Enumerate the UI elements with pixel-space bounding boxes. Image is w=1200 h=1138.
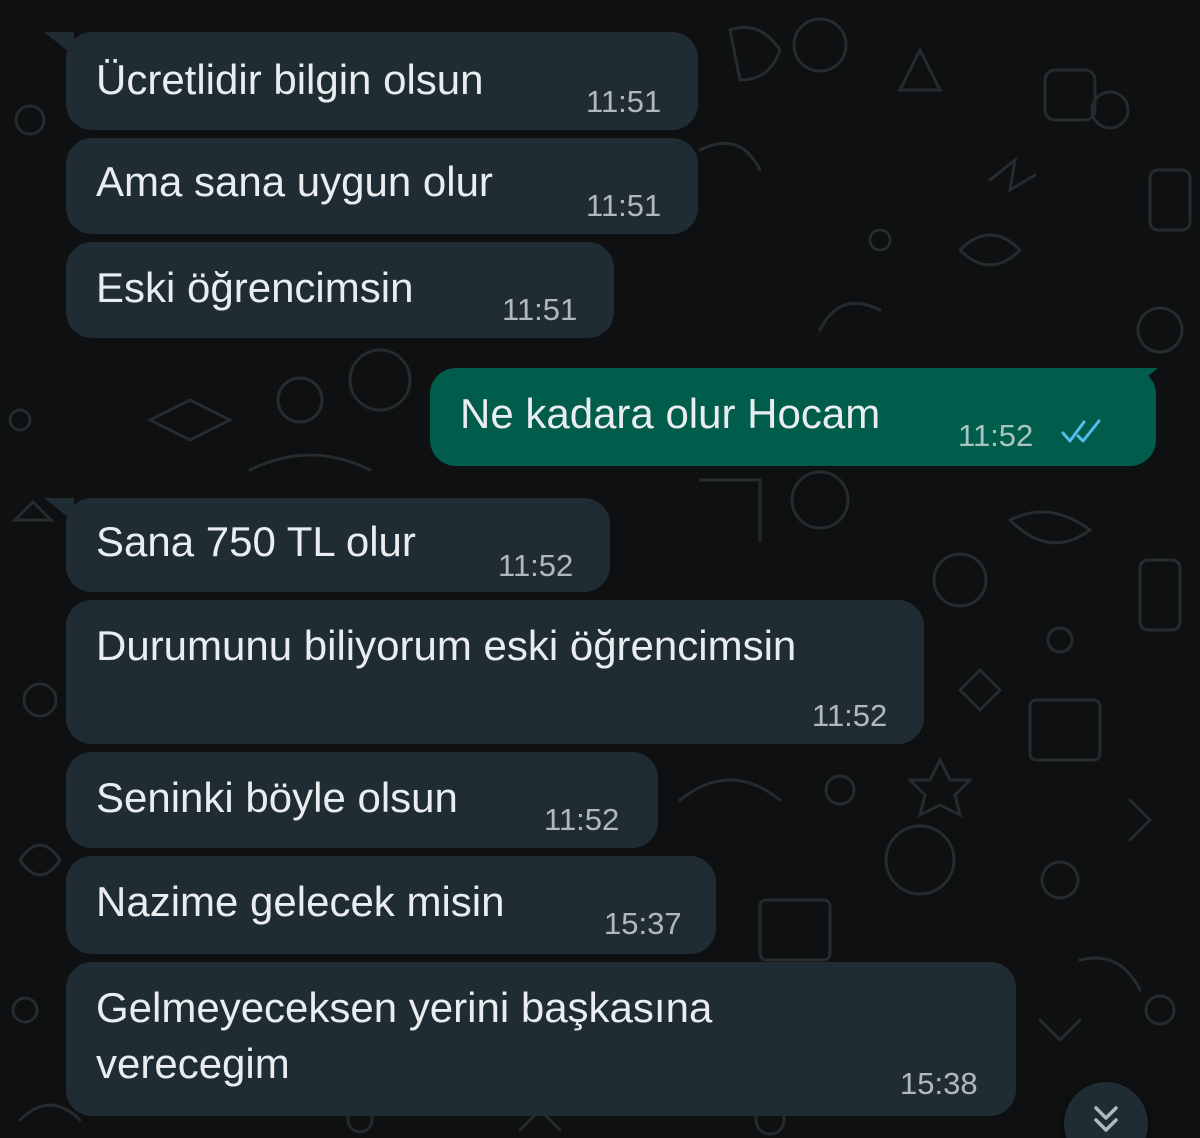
message-timestamp: 11:52 — [812, 698, 888, 733]
message-text: Gelmeyeceksen yerini başkasına verecegim — [96, 984, 713, 1087]
message-text: Seninki böyle olsun — [96, 774, 458, 821]
message-bubble-incoming[interactable]: Ama sana uygun olur 11:51 — [66, 138, 698, 234]
message-bubble-incoming[interactable]: Nazime gelecek misin 15:37 — [66, 856, 716, 954]
message-timestamp: 11:52 — [544, 802, 620, 837]
message-text: Durumunu biliyorum eski öğrencimsin — [96, 622, 797, 669]
message-bubble-incoming[interactable]: Ücretlidir bilgin olsun 11:51 — [66, 32, 698, 130]
message-bubble-incoming[interactable]: Sana 750 TL olur 11:52 — [66, 498, 610, 592]
message-timestamp: 15:38 — [900, 1066, 978, 1101]
message-timestamp: 11:52 — [958, 418, 1034, 453]
message-bubble-incoming[interactable]: Eski öğrencimsin 11:51 — [66, 242, 614, 338]
chat-area[interactable]: Ne kadara olur Hocam 11:52 Ücretlidir bi… — [0, 0, 1200, 1138]
message-text: Ne kadara olur Hocam — [460, 390, 881, 437]
message-timestamp: 11:51 — [586, 188, 662, 223]
double-check-read-icon — [1061, 419, 1101, 443]
message-bubble-incoming[interactable]: Gelmeyeceksen yerini başkasına verecegim… — [66, 962, 1016, 1116]
message-text: Nazime gelecek misin — [96, 878, 505, 925]
message-timestamp: 15:37 — [604, 906, 682, 941]
message-timestamp: 11:51 — [502, 292, 578, 327]
scroll-to-bottom-button[interactable] — [1064, 1082, 1148, 1138]
message-timestamp: 11:51 — [586, 84, 662, 119]
message-text: Sana 750 TL olur — [96, 518, 416, 565]
message-bubble-outgoing[interactable]: Ne kadara olur Hocam 11:52 — [430, 368, 1156, 466]
message-bubble-incoming[interactable]: Durumunu biliyorum eski öğrencimsin 11:5… — [66, 600, 924, 744]
message-text: Eski öğrencimsin — [96, 264, 414, 311]
message-timestamp: 11:52 — [498, 548, 574, 583]
message-bubble-incoming[interactable]: Seninki böyle olsun 11:52 — [66, 752, 658, 848]
message-text: Ama sana uygun olur — [96, 158, 493, 205]
message-text: Ücretlidir bilgin olsun — [96, 56, 484, 103]
chevron-double-down-icon — [1094, 1106, 1118, 1132]
